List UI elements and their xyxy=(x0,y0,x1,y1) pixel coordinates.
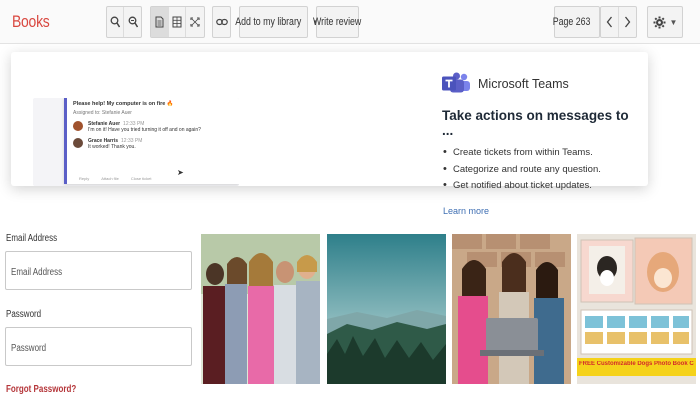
view-mode-controls xyxy=(150,6,205,38)
message-text: It worked! Thank you. xyxy=(88,144,136,150)
caret-down-icon: ▼ xyxy=(669,17,678,27)
chat-actions: Reply Attach file Close ticket xyxy=(79,176,152,181)
zoom-in-icon xyxy=(128,16,138,28)
zoom-controls xyxy=(106,6,142,38)
chevron-right-icon xyxy=(624,16,631,28)
chat-message: Stefanie Auer 12:33 PM I'm on it! Have yo… xyxy=(73,121,233,133)
zoom-out-icon xyxy=(110,16,121,28)
ad-bullet: Create tickets from within Teams. xyxy=(442,146,601,164)
single-page-view-button[interactable] xyxy=(151,7,169,37)
ad-chat-screenshot: Please help! My computer is on fire 🔥 As… xyxy=(33,98,239,186)
password-placeholder: Password xyxy=(11,343,47,354)
teams-logo-icon xyxy=(442,72,470,93)
chat-title: Please help! My computer is on fire 🔥 xyxy=(73,101,174,107)
next-page-button[interactable] xyxy=(619,7,636,37)
email-label: Email Address xyxy=(6,233,58,244)
prev-page-button[interactable] xyxy=(601,7,619,37)
laptop-girls-photo xyxy=(452,234,571,384)
chat-action: Reply xyxy=(79,176,90,181)
link-button[interactable] xyxy=(212,6,231,38)
email-field[interactable]: Email Address xyxy=(5,251,192,290)
write-review-button[interactable]: Write review xyxy=(313,6,362,38)
toolbar: Books Add to my library▼ Write review Pa… xyxy=(0,0,700,44)
grid-icon xyxy=(172,16,182,28)
photo-tile-students[interactable] xyxy=(201,234,320,384)
photo-tile-dog-calendar[interactable]: FREE Customizable Dogs Photo Book Calend… xyxy=(577,234,696,384)
chat-assigned: Assigned to: Stefanie Auer xyxy=(73,110,132,116)
grid-view-button[interactable] xyxy=(169,7,187,37)
page-selector[interactable]: Page 263▼ xyxy=(553,6,605,38)
ad-bullet: Categorize and route any question. xyxy=(442,163,601,181)
chat-action: Attach file xyxy=(101,176,119,181)
students-photo xyxy=(201,234,320,384)
cursor-icon: ➤ xyxy=(177,168,184,177)
chat-window: Please help! My computer is on fire 🔥 As… xyxy=(64,98,239,184)
email-placeholder: Email Address xyxy=(11,267,63,278)
avatar xyxy=(73,121,83,131)
add-to-library-button[interactable]: Add to my library▼ xyxy=(235,6,319,38)
fullscreen-button[interactable] xyxy=(186,7,204,37)
avatar xyxy=(73,138,83,148)
password-label: Password xyxy=(6,309,42,320)
forest-photo xyxy=(327,234,446,384)
zoom-out-button[interactable] xyxy=(107,7,125,37)
ad-product-name: Microsoft Teams xyxy=(478,77,569,91)
add-to-library-label: Add to my library xyxy=(235,16,302,28)
learn-more-link[interactable]: Learn more xyxy=(443,206,489,216)
forgot-password-link[interactable]: Forgot Password? xyxy=(6,384,94,395)
chat-action: Close ticket xyxy=(130,176,152,181)
photo-tile-forest[interactable] xyxy=(327,234,446,384)
ad-headline: Take actions on messages to ... xyxy=(442,108,629,138)
ad-bullet: Get notified about ticket updates. xyxy=(442,179,601,197)
photo-tile-laptop-girls[interactable] xyxy=(452,234,571,384)
fullscreen-icon xyxy=(190,17,200,27)
ad-bullet-list: Create tickets from within Teams. Catego… xyxy=(442,146,601,197)
zoom-in-button[interactable] xyxy=(124,7,141,37)
page-selector-label: Page 263 xyxy=(553,16,591,28)
chat-message: Grace Harris 12:33 PM It worked! Thank yo… xyxy=(73,138,233,150)
chevron-left-icon xyxy=(606,16,612,28)
settings-button[interactable]: ▼ xyxy=(647,6,683,38)
link-icon xyxy=(215,18,228,26)
calendar-caption: FREE Customizable Dogs Photo Book Calend… xyxy=(579,361,694,367)
brand-logo[interactable]: Books xyxy=(12,12,50,32)
teams-ad-banner[interactable]: Please help! My computer is on fire 🔥 As… xyxy=(11,52,648,191)
page-icon xyxy=(155,16,164,28)
message-text: I'm on it! Have you tried turning it off… xyxy=(88,127,201,133)
page-nav xyxy=(600,6,637,38)
password-field[interactable]: Password xyxy=(5,327,192,366)
write-review-label: Write review xyxy=(313,16,362,28)
gear-icon xyxy=(653,16,666,28)
